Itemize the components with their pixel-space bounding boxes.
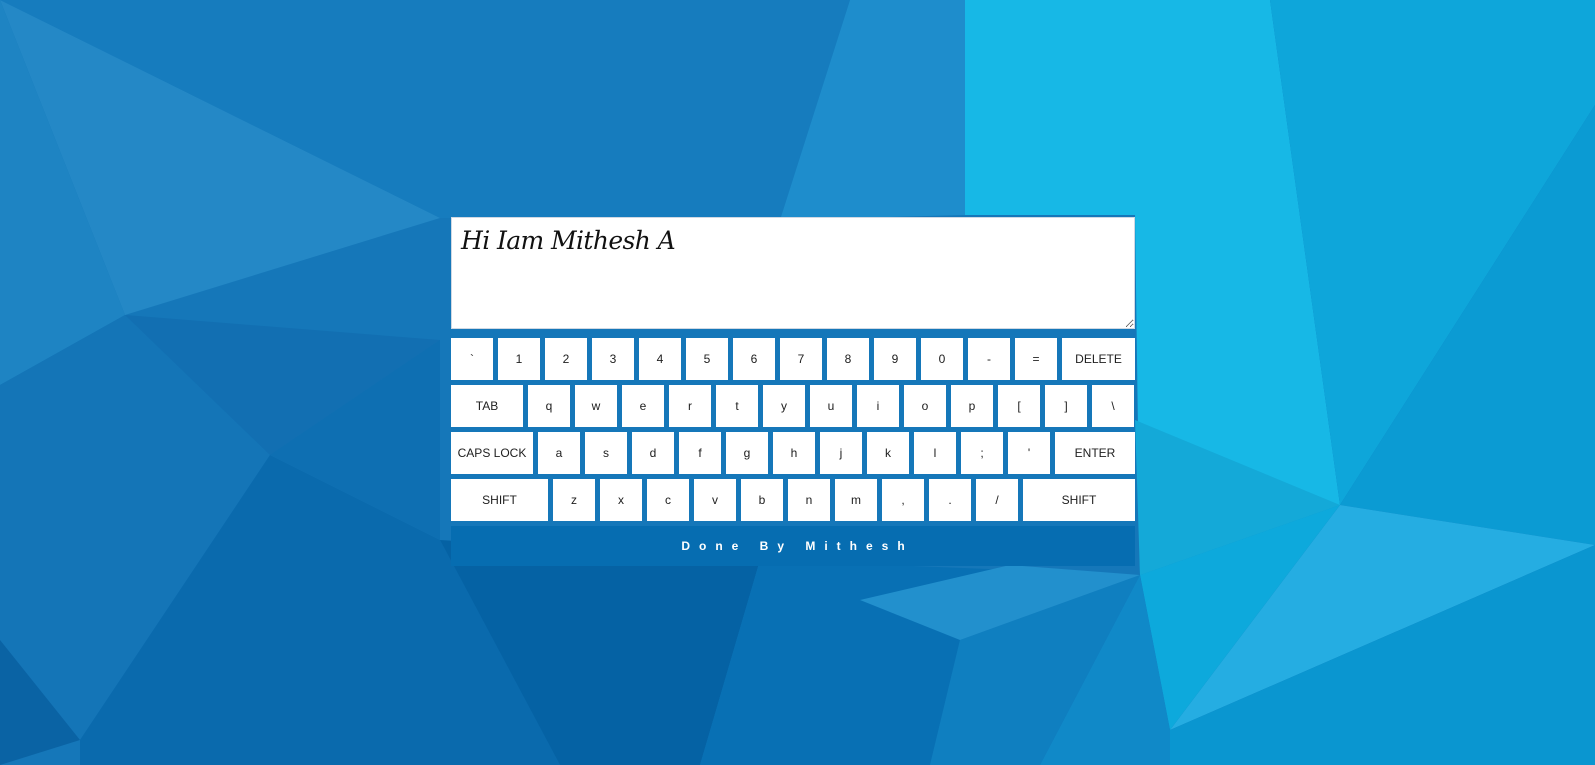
key-quote[interactable]: ' xyxy=(1008,432,1050,474)
key-f[interactable]: f xyxy=(679,432,721,474)
key-tab[interactable]: TAB xyxy=(451,385,523,427)
key-semicolon[interactable]: ; xyxy=(961,432,1003,474)
key-equals[interactable]: = xyxy=(1015,338,1057,380)
footer-credit-text: Done By Mithesh xyxy=(681,539,914,553)
key-4[interactable]: 4 xyxy=(639,338,681,380)
key-caps-lock[interactable]: CAPS LOCK xyxy=(451,432,533,474)
key-m[interactable]: m xyxy=(835,479,877,521)
key-c[interactable]: c xyxy=(647,479,689,521)
key-q[interactable]: q xyxy=(528,385,570,427)
virtual-keyboard-app: `1234567890-=DELETE TABqwertyuiop[]\ CAPS … xyxy=(451,217,1135,566)
key-u[interactable]: u xyxy=(810,385,852,427)
key-d[interactable]: d xyxy=(632,432,674,474)
key-p[interactable]: p xyxy=(951,385,993,427)
key-v[interactable]: v xyxy=(694,479,736,521)
key-k[interactable]: k xyxy=(867,432,909,474)
key-r[interactable]: r xyxy=(669,385,711,427)
key-shift-right[interactable]: SHIFT xyxy=(1023,479,1135,521)
key-8[interactable]: 8 xyxy=(827,338,869,380)
key-1[interactable]: 1 xyxy=(498,338,540,380)
key-t[interactable]: t xyxy=(716,385,758,427)
virtual-keyboard: ` 1 2 3 4 5 6 7 8 9 0- = DELETE TAB q w e r t y u i o p[] \ CAPS … xyxy=(451,338,1135,521)
key-slash[interactable]: / xyxy=(976,479,1018,521)
key-o[interactable]: o xyxy=(904,385,946,427)
key-h[interactable]: h xyxy=(773,432,815,474)
key-close-bracket[interactable]: ] xyxy=(1045,385,1087,427)
key-5[interactable]: 5 xyxy=(686,338,728,380)
key-7[interactable]: 7 xyxy=(780,338,822,380)
keyboard-row: CAPS LOCK a s d f g h j k l; ' ENTER xyxy=(451,432,1135,474)
key-i[interactable]: i xyxy=(857,385,899,427)
key-y[interactable]: y xyxy=(763,385,805,427)
footer-credit: Done By Mithesh xyxy=(451,526,1135,566)
key-comma[interactable]: , xyxy=(882,479,924,521)
key-9[interactable]: 9 xyxy=(874,338,916,380)
key-6[interactable]: 6 xyxy=(733,338,775,380)
key-x[interactable]: x xyxy=(600,479,642,521)
keyboard-row: SHIFT z x c v b n m,. / SHIFT xyxy=(451,479,1135,521)
key-b[interactable]: b xyxy=(741,479,783,521)
key-g[interactable]: g xyxy=(726,432,768,474)
key-0[interactable]: 0 xyxy=(921,338,963,380)
text-input-area[interactable] xyxy=(451,217,1135,329)
key-minus[interactable]: - xyxy=(968,338,1010,380)
key-l[interactable]: l xyxy=(914,432,956,474)
key-3[interactable]: 3 xyxy=(592,338,634,380)
key-2[interactable]: 2 xyxy=(545,338,587,380)
keyboard-row: TAB q w e r t y u i o p[] \ xyxy=(451,385,1135,427)
key-enter[interactable]: ENTER xyxy=(1055,432,1135,474)
key-period[interactable]: . xyxy=(929,479,971,521)
key-e[interactable]: e xyxy=(622,385,664,427)
key-z[interactable]: z xyxy=(553,479,595,521)
key-backslash[interactable]: \ xyxy=(1092,385,1134,427)
key-n[interactable]: n xyxy=(788,479,830,521)
key-open-bracket[interactable]: [ xyxy=(998,385,1040,427)
keyboard-row: ` 1 2 3 4 5 6 7 8 9 0- = DELETE xyxy=(451,338,1135,380)
key-backtick[interactable]: ` xyxy=(451,338,493,380)
key-w[interactable]: w xyxy=(575,385,617,427)
key-delete[interactable]: DELETE xyxy=(1062,338,1135,380)
key-a[interactable]: a xyxy=(538,432,580,474)
key-s[interactable]: s xyxy=(585,432,627,474)
key-shift-left[interactable]: SHIFT xyxy=(451,479,548,521)
key-j[interactable]: j xyxy=(820,432,862,474)
